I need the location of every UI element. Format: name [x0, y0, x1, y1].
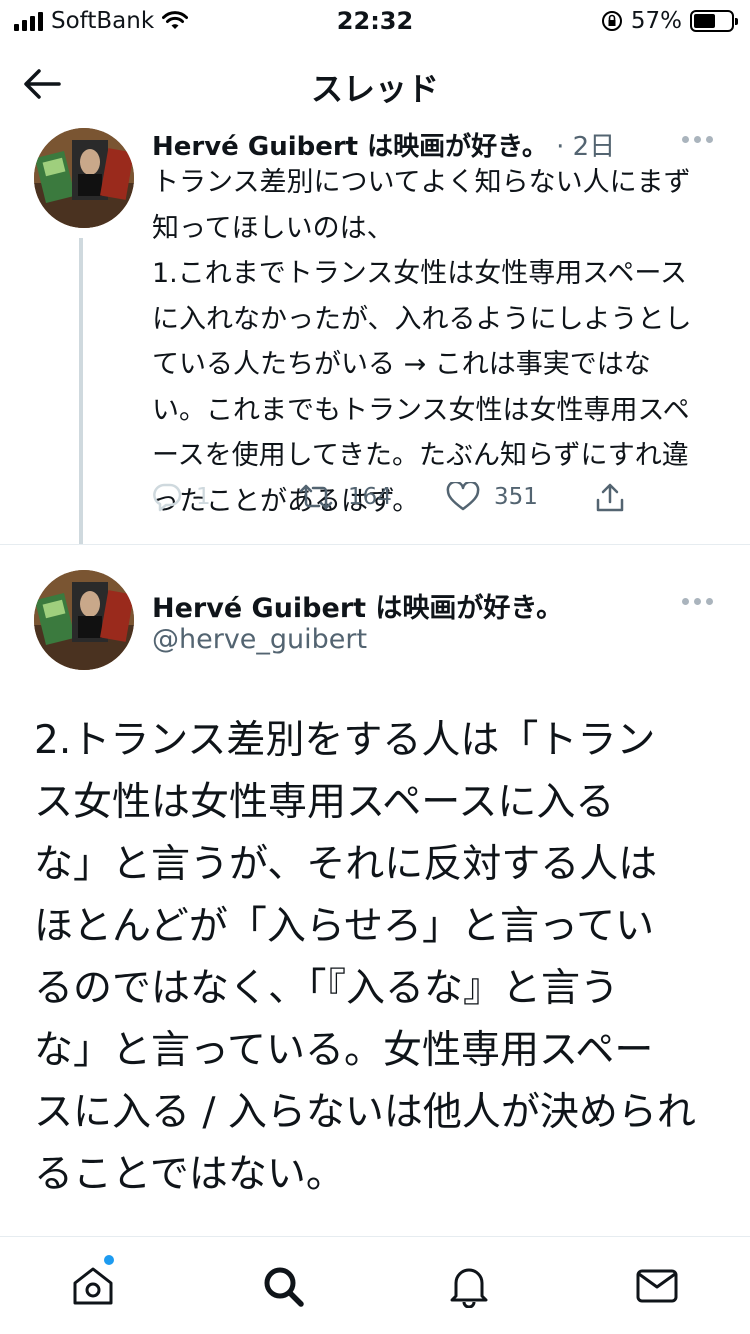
retweet-button[interactable]: 164 [298, 482, 392, 512]
thread-connector [79, 238, 83, 544]
home-icon [73, 1267, 113, 1305]
tweet-text: 2.トランス差別をする人は「トラン ス女性は女性専用スペースに入る な」と言うが… [34, 718, 696, 1197]
status-right: 57% [601, 8, 738, 34]
mail-icon [636, 1269, 678, 1303]
nav-home[interactable] [70, 1263, 116, 1309]
status-bar: SoftBank 22:32 57% [0, 0, 750, 40]
bell-icon [450, 1268, 488, 1308]
tweet-header: Hervé Guibert は映画が好き。 · 2日 [152, 126, 615, 163]
search-icon [264, 1267, 304, 1307]
nav-search[interactable] [260, 1263, 306, 1309]
page-title: スレッド [310, 70, 439, 108]
nav-notifications[interactable] [446, 1263, 492, 1309]
thread-header: スレッド [0, 40, 750, 126]
battery-icon [690, 10, 738, 32]
like-count: 351 [494, 484, 538, 510]
tweet-text: トランス差別についてよく知らない人にまず 知ってほしいのは、 1.これまでトラン… [152, 167, 692, 517]
avatar-image [34, 128, 134, 228]
share-button[interactable] [594, 482, 626, 514]
notification-dot [104, 1255, 114, 1265]
display-name[interactable]: Hervé Guibert は映画が好き。 [152, 586, 563, 625]
thread-parent-tweet[interactable]: Hervé Guibert は映画が好き。 · 2日 トランス差別についてよく知… [0, 126, 750, 544]
divider [0, 544, 750, 545]
bottom-nav [0, 1236, 750, 1334]
share-icon [596, 483, 624, 512]
heart-icon [446, 482, 480, 511]
avatar-image [34, 570, 134, 670]
nav-messages[interactable] [634, 1263, 680, 1309]
avatar[interactable] [34, 128, 134, 228]
timestamp[interactable]: · 2日 [556, 132, 615, 162]
battery-percent: 57% [630, 8, 682, 34]
more-options-icon[interactable] [682, 134, 718, 144]
reply-count: 1 [196, 484, 211, 510]
display-name[interactable]: Hervé Guibert は映画が好き。 [152, 132, 548, 162]
tweet-actions: 1 164 351 [152, 482, 652, 522]
user-handle[interactable]: @herve_guibert [152, 624, 367, 655]
retweet-count: 164 [348, 484, 392, 510]
reply-icon [153, 483, 182, 512]
retweet-icon [299, 484, 333, 510]
like-button[interactable]: 351 [446, 482, 538, 512]
more-options-icon[interactable] [682, 596, 718, 606]
orientation-lock-icon [601, 11, 622, 31]
reply-button[interactable]: 1 [152, 482, 211, 512]
avatar[interactable] [34, 570, 134, 670]
